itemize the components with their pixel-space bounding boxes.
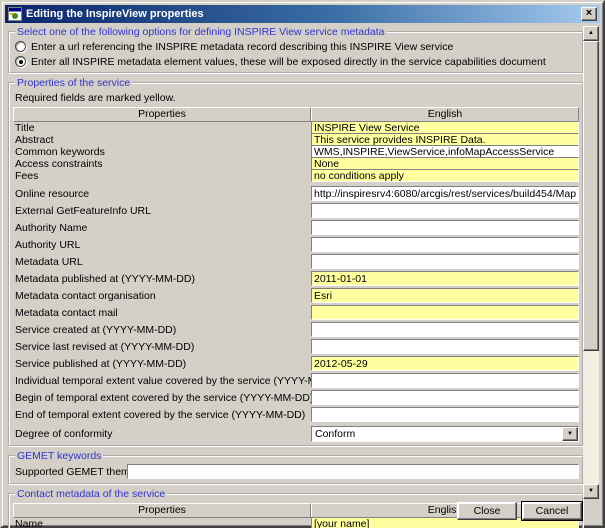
table-row: Metadata URL	[13, 254, 579, 269]
service-published-input[interactable]	[311, 356, 579, 371]
table-row: Metadata published at (YYYY-MM-DD)	[13, 271, 579, 286]
property-label: Access constraints	[13, 158, 311, 170]
property-label: Online resource	[13, 188, 311, 200]
table-row: Metadata contact organisation	[13, 288, 579, 303]
properties-table-header: Properties English	[13, 107, 579, 122]
metadata-url-input[interactable]	[311, 254, 579, 269]
property-label: Metadata URL	[13, 256, 311, 268]
individual-temporal-extent-input[interactable]	[311, 373, 579, 388]
property-label: Authority URL	[13, 239, 311, 251]
property-label: Metadata published at (YYYY-MM-DD)	[13, 273, 311, 285]
online-resource-input[interactable]	[311, 186, 579, 201]
fees-input[interactable]	[311, 169, 579, 182]
inspireview-properties-dialog: Editing the InspireView properties × Sel…	[0, 0, 605, 528]
external-getfeatureinfo-url-input[interactable]	[311, 203, 579, 218]
gemet-group-title: GEMET keywords	[15, 450, 103, 462]
degree-of-conformity-select[interactable]: Conform ▼	[311, 426, 579, 442]
gemet-themes-label: Supported GEMET themes	[15, 466, 127, 478]
gemet-row: Supported GEMET themes	[15, 463, 579, 480]
metadata-published-input[interactable]	[311, 271, 579, 286]
chevron-down-icon[interactable]: ▼	[562, 427, 578, 441]
degree-of-conformity-value: Conform	[312, 427, 562, 441]
service-created-input[interactable]	[311, 322, 579, 337]
property-label: Common keywords	[13, 146, 311, 158]
properties-group-title: Properties of the service	[15, 77, 132, 89]
scroll-up-icon[interactable]: ▲	[583, 26, 599, 41]
cancel-button[interactable]: Cancel	[522, 502, 582, 520]
property-label: Name	[13, 518, 311, 528]
table-row: External GetFeatureInfo URL	[13, 203, 579, 218]
table-row: Authority URL	[13, 237, 579, 252]
property-label: Metadata contact organisation	[13, 290, 311, 302]
temporal-extent-end-input[interactable]	[311, 407, 579, 422]
radio-option-elements-label: Enter all INSPIRE metadata element value…	[31, 56, 546, 68]
close-button[interactable]: Close	[457, 502, 517, 520]
table-row: End of temporal extent covered by the se…	[13, 407, 579, 422]
dialog-icon	[8, 7, 22, 21]
radio-option-elements[interactable]: Enter all INSPIRE metadata element value…	[15, 54, 579, 69]
table-row: Metadata contact mail	[13, 305, 579, 320]
property-label: External GetFeatureInfo URL	[13, 205, 311, 217]
property-label: Fees	[13, 170, 311, 182]
table-row: Service published at (YYYY-MM-DD)	[13, 356, 579, 371]
temporal-extent-begin-input[interactable]	[311, 390, 579, 405]
property-label: Individual temporal extent value covered…	[13, 375, 311, 387]
gemet-themes-input[interactable]	[127, 464, 579, 479]
property-label: End of temporal extent covered by the se…	[13, 409, 311, 421]
required-fields-note: Required fields are marked yellow.	[15, 92, 579, 105]
table-row: Service last revised at (YYYY-MM-DD)	[13, 339, 579, 354]
service-last-revised-input[interactable]	[311, 339, 579, 354]
table-row: Begin of temporal extent covered by the …	[13, 390, 579, 405]
dialog-buttons: Close Cancel	[457, 502, 582, 520]
table-row: Online resource	[13, 186, 579, 201]
title-bar[interactable]: Editing the InspireView properties ×	[5, 5, 600, 23]
table-row: Fees	[13, 169, 579, 182]
property-label: Service created at (YYYY-MM-DD)	[13, 324, 311, 336]
table-row: Authority Name	[13, 220, 579, 235]
table-row: Service created at (YYYY-MM-DD)	[13, 322, 579, 337]
column-header-properties: Properties	[13, 503, 311, 518]
radio-option-url[interactable]: Enter a url referencing the INSPIRE meta…	[15, 39, 579, 54]
table-row: Individual temporal extent value covered…	[13, 373, 579, 388]
table-row: Degree of conformity Conform ▼	[13, 426, 579, 442]
radio-selected-icon[interactable]	[15, 56, 26, 67]
window-title: Editing the InspireView properties	[26, 8, 581, 20]
options-group-title: Select one of the following options for …	[15, 26, 387, 38]
properties-group: Properties of the service Required field…	[8, 77, 584, 447]
metadata-contact-organisation-input[interactable]	[311, 288, 579, 303]
property-label: Service published at (YYYY-MM-DD)	[13, 358, 311, 370]
property-label: Metadata contact mail	[13, 307, 311, 319]
property-label: Abstract	[13, 134, 311, 146]
property-label: Degree of conformity	[13, 428, 311, 440]
property-label: Title	[13, 122, 311, 134]
vertical-scrollbar[interactable]: ▲ ▼	[583, 26, 599, 499]
property-label: Begin of temporal extent covered by the …	[13, 392, 311, 404]
property-label: Authority Name	[13, 222, 311, 234]
options-group: Select one of the following options for …	[8, 26, 584, 74]
scrollbar-thumb[interactable]	[583, 41, 599, 351]
dialog-content: Select one of the following options for …	[6, 26, 584, 528]
metadata-contact-mail-input[interactable]	[311, 305, 579, 320]
column-header-english: English	[311, 107, 579, 122]
scroll-down-icon[interactable]: ▼	[583, 484, 599, 499]
property-label: Service last revised at (YYYY-MM-DD)	[13, 341, 311, 353]
gemet-group: GEMET keywords Supported GEMET themes	[8, 450, 584, 485]
close-icon[interactable]: ×	[581, 7, 597, 21]
radio-option-url-label: Enter a url referencing the INSPIRE meta…	[31, 41, 453, 53]
radio-icon[interactable]	[15, 41, 26, 52]
column-header-properties: Properties	[13, 107, 311, 122]
authority-url-input[interactable]	[311, 237, 579, 252]
authority-name-input[interactable]	[311, 220, 579, 235]
contact-group-title: Contact metadata of the service	[15, 488, 167, 500]
